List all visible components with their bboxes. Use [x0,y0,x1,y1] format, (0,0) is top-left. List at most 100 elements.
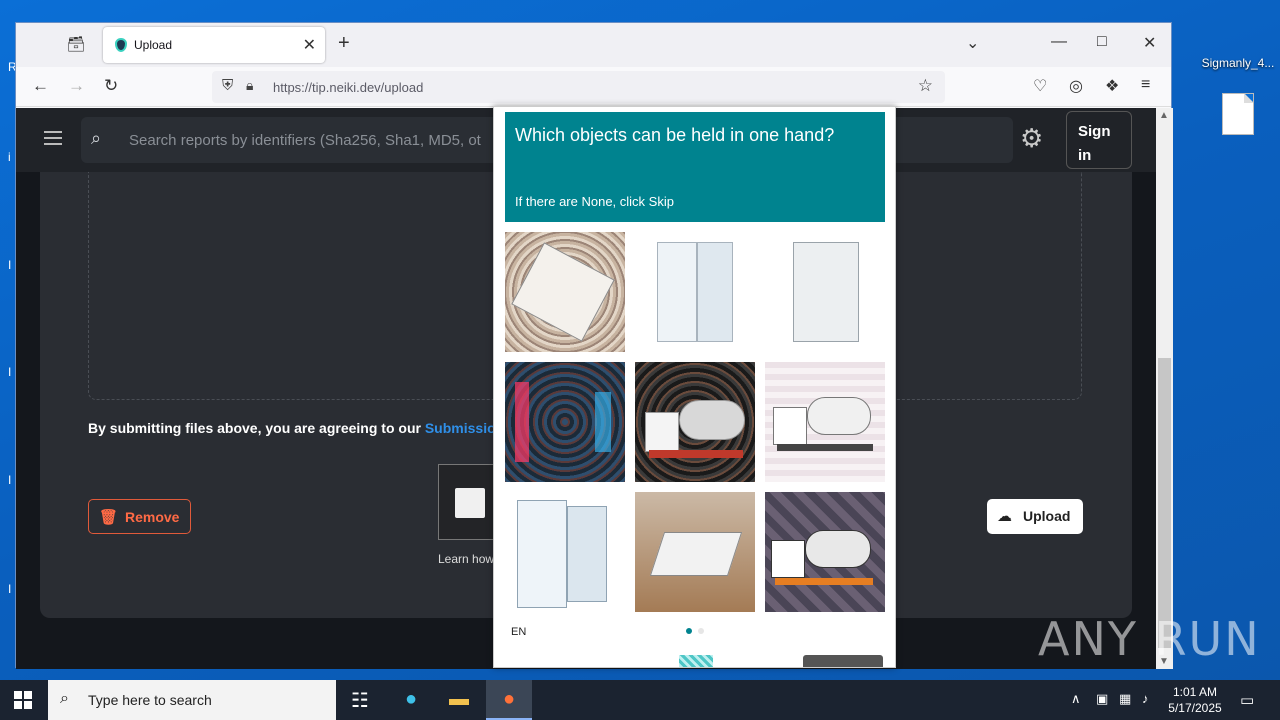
account-icon[interactable]: ◎ [1069,76,1083,96]
neon-sign-image-2 [595,392,611,452]
tab-bar: 🗃 Upload ✕ + ⌄ — □ ✕ [16,23,1171,67]
captcha-question: Which objects can be held in one hand? [515,125,835,145]
upload-button[interactable]: ☁ Upload [987,499,1083,534]
desktop-left-icons: R i I I I I [8,60,17,596]
page-dot-active [686,628,692,634]
captcha-tile-8[interactable] [635,492,755,612]
captcha-tile-2[interactable] [635,232,755,352]
cloud-upload-icon: ☁ [997,508,1012,525]
tab-close-icon[interactable]: ✕ [303,35,316,55]
neon-sign-image [515,382,529,462]
network-icon[interactable]: ▦ [1119,691,1131,707]
learn-how-text[interactable]: Learn how [438,552,494,566]
captcha-tile-3[interactable] [765,232,885,352]
hamburger-icon[interactable] [44,131,62,145]
maximize-icon[interactable]: □ [1097,33,1107,51]
tablet-image [511,242,615,342]
captcha-tile-4[interactable] [505,362,625,482]
list-all-tabs-icon[interactable]: ⌄ [966,33,979,53]
nav-bar: ← → ↻ ⛨ 🔒︎ https://tip.neiki.dev/upload … [16,67,1171,107]
watermark: ANY RUN [1038,612,1261,666]
upload-label: Upload [1023,508,1071,524]
url-text[interactable]: https://tip.neiki.dev/upload [273,80,423,95]
desktop-file-label: Sigmanly_4... [1201,56,1275,70]
captcha-checkbox-widget[interactable] [438,464,496,540]
notifications-icon[interactable]: ▭ [1240,691,1254,709]
remove-label: Remove [125,509,180,525]
file-explorer-icon[interactable]: ▬ [447,688,471,712]
volume-icon[interactable]: ♪ [1142,691,1149,706]
clock-date: 5/17/2025 [1168,701,1222,715]
reload-icon[interactable]: ↻ [104,76,118,96]
taskbar: ⌕ Type here to search ☷ ● ▬ ● ∧ ▣ ▦ ♪ 1:… [0,680,1280,720]
bookmark-star-icon[interactable]: ☆ [918,76,933,96]
captcha-tile-5[interactable] [635,362,755,482]
lock-icon[interactable]: 🔒︎ [246,77,253,94]
captcha-hint: If there are None, click Skip [515,194,674,209]
menu-icon[interactable]: ≡ [1141,76,1150,94]
captcha-checkbox[interactable] [455,488,485,518]
language-selector[interactable]: EN [511,626,526,638]
pocket-icon[interactable]: ♡ [1033,76,1047,96]
scroll-up-icon[interactable]: ▲ [1159,110,1169,121]
terms-prefix: By submitting files above, you are agree… [88,420,425,436]
captcha-prompt: Which objects can be held in one hand? I… [505,112,885,222]
tab-list-icon[interactable]: 🗃 [66,35,86,55]
mixer-drum-image [807,397,871,435]
file-icon [1222,93,1254,135]
page-dot [698,628,704,634]
task-view-icon[interactable]: ☷ [348,688,372,712]
captcha-tile-1[interactable] [505,232,625,352]
extensions-icon[interactable]: ❖ [1105,76,1119,96]
back-icon[interactable]: ← [32,76,49,96]
taskbar-search-input[interactable]: ⌕ Type here to search [48,680,336,720]
windows-start-icon[interactable] [14,691,32,709]
tablet-image [649,532,743,576]
tab-title: Upload [134,38,173,52]
clock-time: 1:01 AM [1172,685,1218,699]
refrigerator-door [567,506,607,602]
show-hidden-icons-icon[interactable]: ∧ [1071,691,1081,707]
new-tab-icon[interactable]: + [338,32,350,55]
close-window-icon[interactable]: ✕ [1143,33,1156,53]
url-bar[interactable]: ⛨ 🔒︎ https://tip.neiki.dev/upload ☆ [212,71,945,103]
edge-icon[interactable]: ● [399,688,423,712]
refrigerator-door [697,242,733,342]
desktop-file-icon[interactable]: Sigmanly_4... [1200,8,1276,135]
page-scrollbar[interactable]: ▲ ▼ [1156,108,1173,669]
sign-in-button[interactable]: Sign in [1066,111,1132,169]
scrollbar-thumb[interactable] [1158,358,1171,648]
forward-icon[interactable]: → [68,76,85,96]
tab-upload[interactable]: Upload ✕ [103,27,325,63]
search-icon: ⌕ [60,690,69,707]
captcha-tile-9[interactable] [765,492,885,612]
taskbar-search-placeholder: Type here to search [88,692,212,708]
captcha-challenge: Which objects can be held in one hand? I… [493,106,896,668]
skip-button[interactable] [803,655,883,667]
refrigerator-image [793,242,859,342]
minimize-icon[interactable]: — [1051,33,1067,51]
captcha-tile-7[interactable] [505,492,625,612]
truck-cab-image [771,540,805,578]
remove-button[interactable]: 🗑︎ Remove [88,499,191,534]
trash-icon: 🗑︎ [99,509,119,526]
truck-chassis-image [649,450,743,458]
truck-cab-image [773,407,807,445]
shield-icon[interactable]: ⛨ [222,77,233,94]
hcaptcha-logo-icon [679,655,713,667]
clock[interactable]: 1:01 AM 5/17/2025 [1166,684,1224,716]
firefox-icon: ● [502,688,516,710]
device-icon[interactable]: ▣ [1096,691,1108,707]
site-favicon-icon [115,38,127,52]
mixer-drum-image [805,530,871,568]
terms-text: By submitting files above, you are agree… [88,420,504,436]
refrigerator-image [517,500,567,608]
firefox-taskbar-button[interactable]: ● [486,680,532,720]
captcha-tile-6[interactable] [765,362,885,482]
truck-chassis-image [775,578,873,585]
refrigerator-image [657,242,697,342]
truck-chassis-image [777,444,873,451]
gear-icon[interactable]: ⚙ [1020,123,1043,154]
mixer-drum-image [679,400,745,440]
search-icon: ⌕ [91,128,102,148]
